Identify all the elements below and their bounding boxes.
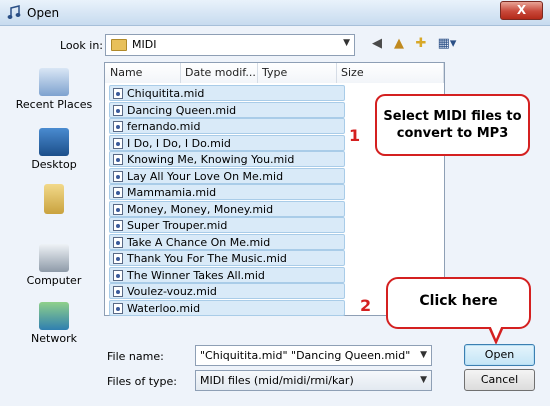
desktop-icon bbox=[39, 128, 69, 156]
close-button[interactable]: X bbox=[500, 1, 543, 20]
place-label: Recent Places bbox=[15, 98, 93, 111]
filetype-select[interactable]: MIDI files (mid/midi/rmi/kar) ▼ bbox=[195, 370, 432, 391]
filename-input[interactable]: "Chiquitita.mid" "Dancing Queen.mid" "fe… bbox=[195, 345, 432, 366]
file-name: fernando.mid bbox=[127, 120, 201, 133]
callout-click-here: Click here bbox=[386, 277, 531, 329]
callout-select-files: Select MIDI files to convert to MP3 bbox=[375, 94, 530, 156]
midi-file-icon bbox=[113, 236, 123, 248]
title-bar: Open X bbox=[0, 0, 550, 26]
file-name: Chiquitita.mid bbox=[127, 87, 205, 100]
midi-file-icon bbox=[113, 253, 123, 264]
place-computer[interactable]: Computer bbox=[8, 244, 100, 287]
column-size[interactable]: Size bbox=[337, 63, 444, 83]
midi-file-icon bbox=[113, 302, 123, 314]
file-name: Take A Chance On Me.mid bbox=[127, 235, 271, 249]
list-item[interactable]: I Do, I Do, I Do.mid bbox=[109, 134, 345, 151]
file-name: The Winner Takes All.mid bbox=[127, 268, 265, 282]
file-name: Dancing Queen.mid bbox=[127, 103, 237, 117]
list-item[interactable]: Lay All Your Love On Me.mid bbox=[109, 167, 345, 184]
list-item[interactable]: Take A Chance On Me.mid bbox=[109, 233, 345, 250]
midi-file-icon bbox=[113, 170, 123, 182]
list-item[interactable]: Waterloo.mid bbox=[109, 299, 345, 316]
list-item[interactable]: Super Trouper.mid bbox=[109, 217, 345, 233]
list-item[interactable]: Money, Money, Money.mid bbox=[109, 200, 345, 217]
views-menu-icon[interactable]: ▦▾ bbox=[434, 35, 460, 53]
list-item[interactable]: Thank You For The Music.mid bbox=[109, 250, 345, 266]
file-name: Voulez-vouz.mid bbox=[127, 285, 217, 298]
new-folder-icon[interactable]: ✚ bbox=[412, 35, 430, 53]
chevron-down-icon[interactable]: ▼ bbox=[420, 350, 427, 360]
midi-file-icon bbox=[113, 187, 123, 198]
midi-file-icon bbox=[113, 269, 123, 281]
recent-places-icon bbox=[39, 68, 69, 96]
music-note-icon bbox=[7, 5, 21, 19]
place-label: Computer bbox=[26, 274, 82, 287]
open-button[interactable]: Open bbox=[464, 344, 535, 366]
lookin-combo[interactable]: MIDI ▼ bbox=[105, 34, 355, 56]
place-desktop[interactable]: Desktop bbox=[8, 128, 100, 171]
midi-file-icon bbox=[113, 121, 123, 132]
midi-file-icon bbox=[113, 220, 123, 231]
file-name: Mammamia.mid bbox=[127, 186, 217, 199]
lookin-label: Look in: bbox=[60, 39, 103, 52]
place-network[interactable]: Network bbox=[8, 302, 100, 345]
list-item[interactable]: Dancing Queen.mid bbox=[109, 101, 345, 118]
callout-pointer-inner bbox=[490, 325, 502, 339]
list-item[interactable]: The Winner Takes All.mid bbox=[109, 266, 345, 283]
filetype-value: MIDI files (mid/midi/rmi/kar) bbox=[200, 374, 354, 387]
file-name: I Do, I Do, I Do.mid bbox=[127, 136, 231, 150]
file-name: Lay All Your Love On Me.mid bbox=[127, 169, 284, 183]
place-recent-places[interactable]: Recent Places bbox=[8, 68, 100, 111]
network-icon bbox=[39, 302, 69, 330]
file-name: Money, Money, Money.mid bbox=[127, 202, 274, 216]
lookin-value: MIDI bbox=[132, 38, 157, 51]
place-label: Network bbox=[31, 332, 77, 345]
list-item[interactable]: Chiquitita.mid bbox=[109, 85, 345, 101]
file-name: Thank You For The Music.mid bbox=[127, 252, 287, 265]
midi-file-icon bbox=[113, 88, 123, 99]
window-title: Open bbox=[27, 6, 60, 20]
computer-icon bbox=[39, 244, 69, 272]
user-folder-icon bbox=[44, 184, 64, 214]
midi-file-icon bbox=[113, 286, 123, 297]
folder-icon bbox=[111, 39, 127, 51]
place-label: Desktop bbox=[31, 158, 77, 171]
file-name: Knowing Me, Knowing You.mid bbox=[127, 153, 295, 166]
column-name[interactable]: Name bbox=[105, 63, 181, 83]
chevron-down-icon[interactable]: ▼ bbox=[343, 38, 350, 48]
list-item[interactable]: Knowing Me, Knowing You.mid bbox=[109, 151, 345, 167]
list-item[interactable]: Mammamia.mid bbox=[109, 184, 345, 200]
up-folder-icon[interactable]: ▲ bbox=[390, 35, 408, 53]
filename-value: "Chiquitita.mid" "Dancing Queen.mid" "fe… bbox=[200, 349, 412, 362]
column-type[interactable]: Type bbox=[258, 63, 337, 83]
step-number-2: 2 bbox=[360, 296, 372, 315]
chevron-down-icon[interactable]: ▼ bbox=[420, 375, 427, 385]
midi-file-icon bbox=[113, 104, 123, 116]
column-date-modified[interactable]: Date modif... bbox=[181, 63, 258, 83]
midi-file-icon bbox=[113, 137, 123, 149]
list-item[interactable]: Voulez-vouz.mid bbox=[109, 283, 345, 299]
file-name: Waterloo.mid bbox=[127, 301, 201, 315]
places-bar: Recent Places Desktop Computer Network bbox=[8, 60, 100, 350]
step-number-1: 1 bbox=[349, 126, 361, 145]
midi-file-icon bbox=[113, 154, 123, 165]
place-user-folder[interactable] bbox=[8, 184, 100, 216]
file-name: Super Trouper.mid bbox=[127, 219, 228, 232]
cancel-button[interactable]: Cancel bbox=[464, 369, 535, 391]
list-item[interactable]: fernando.mid bbox=[109, 118, 345, 134]
back-icon[interactable]: ◀ bbox=[368, 35, 386, 53]
filetype-label: Files of type: bbox=[107, 375, 178, 388]
midi-file-icon bbox=[113, 203, 123, 215]
filename-label: File name: bbox=[107, 350, 164, 363]
